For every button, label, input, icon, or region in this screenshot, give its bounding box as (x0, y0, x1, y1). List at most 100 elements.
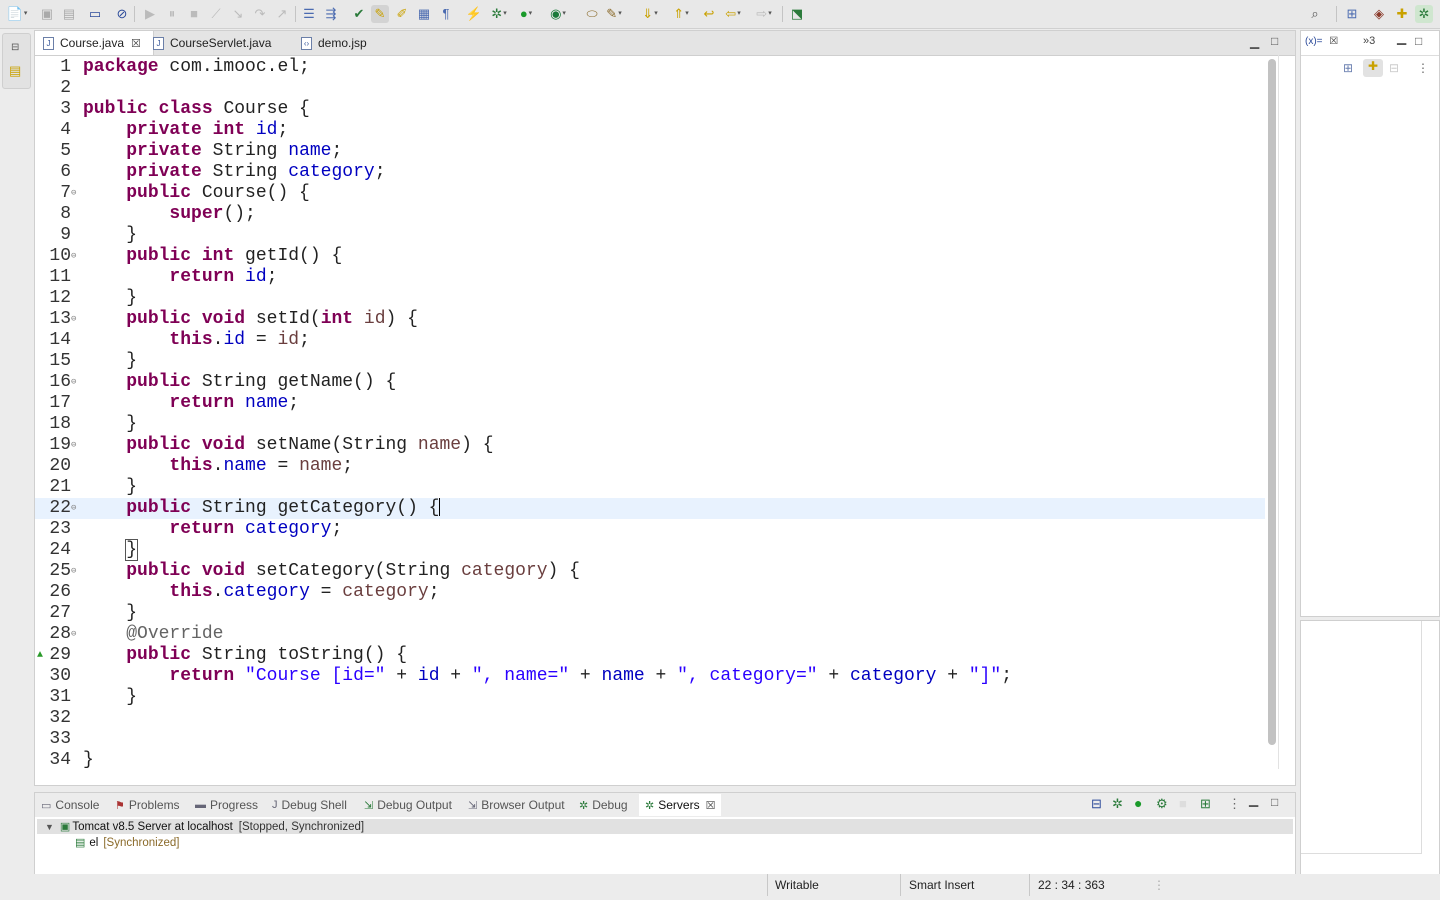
collapse-all-icon[interactable]: ⊟ (1091, 796, 1102, 812)
open-type-icon[interactable]: ⬭ (583, 5, 601, 23)
server-row[interactable]: ▼ ▣ Tomcat v8.5 Server at localhost [Sto… (37, 819, 1293, 834)
publish-icon[interactable]: ⊞ (1200, 796, 1211, 812)
disconnect-icon[interactable]: ⟋ (207, 5, 225, 23)
tab-debug-shell[interactable]: J Debug Shell (272, 797, 347, 813)
show-whitespace-icon[interactable]: ¶ (437, 5, 455, 23)
code-line[interactable]: 33 (35, 729, 1265, 750)
code-line[interactable]: 20 this.name = name; (35, 456, 1265, 477)
tab-demo-jsp[interactable]: ‹› demo.jsp (301, 31, 381, 55)
fold-toggle-icon[interactable]: ⊖ (71, 435, 76, 456)
tab-courseservlet-java[interactable]: J CourseServlet.java (153, 31, 293, 55)
code-line[interactable]: 2 (35, 78, 1265, 99)
code-line[interactable]: 10 ⊖ public int getId() { (35, 246, 1265, 267)
fold-toggle-icon[interactable]: ⊖ (71, 624, 76, 645)
close-icon[interactable]: ☒ (706, 799, 716, 812)
new-icon[interactable]: 📄 ▾ (7, 5, 28, 23)
expand-triangle-icon[interactable]: ▼ (45, 822, 54, 832)
code-line[interactable]: 23 return category; (35, 519, 1265, 540)
code-line[interactable]: 11 return id; (35, 267, 1265, 288)
code-line[interactable]: 32 (35, 708, 1265, 729)
view-menu-icon[interactable]: ⋮ (1228, 796, 1241, 812)
code-line[interactable]: 29 ▲ public String toString() { (35, 645, 1265, 666)
code-line[interactable]: 18 } (35, 414, 1265, 435)
status-drag-handle[interactable]: ⋮ (1153, 878, 1165, 892)
run-icon[interactable]: ● ▾ (517, 5, 535, 23)
code-line[interactable]: 22 ⊖ public String getCategory() { (35, 498, 1265, 519)
search-tool-icon[interactable]: ✎ ▾ (605, 5, 623, 23)
code-line[interactable]: 24 } (35, 539, 1265, 561)
override-marker-icon[interactable]: ▲ (37, 645, 43, 666)
drop-to-frame-icon[interactable]: ☰ (300, 5, 318, 23)
tab-console[interactable]: ▭ Console (41, 797, 99, 813)
skip-breakpoints-icon[interactable]: ⊘ (113, 5, 131, 23)
prev-annotation-icon[interactable]: ⇑ ▾ (672, 5, 690, 23)
code-line[interactable]: 34} (35, 750, 1265, 771)
close-icon[interactable]: ☒ (131, 37, 141, 50)
code-line[interactable]: 28 ⊖ @Override (35, 624, 1265, 645)
code-line[interactable]: 25 ⊖ public void setCategory(String categ… (35, 561, 1265, 582)
tab-progress[interactable]: ▬ Progress (195, 797, 258, 813)
code-line[interactable]: 21 } (35, 477, 1265, 498)
maximize-icon[interactable]: □ (1271, 34, 1278, 48)
open-task-icon[interactable]: ✔ (350, 5, 368, 23)
fold-toggle-icon[interactable]: ⊖ (71, 183, 76, 204)
package-explorer-icon[interactable]: ▤ (9, 63, 21, 79)
code-line[interactable]: 7 ⊖ public Course() { (35, 183, 1265, 204)
code-line[interactable]: 26 this.category = category; (35, 582, 1265, 603)
debug-icon[interactable]: ✲ ▾ (490, 5, 508, 23)
minimize-icon[interactable]: ▁ (1249, 793, 1258, 807)
step-return-icon[interactable]: ↗ (273, 5, 291, 23)
profile-icon[interactable]: ⚙ (1156, 796, 1168, 812)
code-line[interactable]: 13 ⊖ public void setId(int id) { (35, 309, 1265, 330)
code-area[interactable]: 1 package com.imooc.el; 2 3 public class Cou… (35, 55, 1265, 775)
tab-problems[interactable]: ⚑ Problems (115, 797, 180, 813)
code-line[interactable]: 1 package com.imooc.el; (35, 57, 1265, 78)
next-annotation-icon[interactable]: ⇓ ▾ (641, 5, 659, 23)
code-line[interactable]: 4 private int id; (35, 120, 1265, 141)
show-logical-structure-icon[interactable]: ✚ (1363, 59, 1383, 77)
suspend-icon[interactable]: ⏸ (163, 5, 181, 23)
show-source-icon[interactable]: ▦ (415, 5, 433, 23)
fold-toggle-icon[interactable]: ⊖ (71, 498, 76, 519)
debug-perspective-icon[interactable]: ✲ (1415, 5, 1433, 23)
last-edit-icon[interactable]: ↩ (700, 5, 718, 23)
tab-servers[interactable]: ✲ Servers ☒ (639, 794, 722, 816)
close-icon[interactable]: ☒ (1329, 36, 1338, 47)
java-perspective-icon[interactable]: ✚ (1393, 5, 1411, 23)
maximize-icon[interactable]: □ (1415, 34, 1422, 48)
variables-detail-pane[interactable] (1300, 620, 1440, 875)
code-line[interactable]: 31 } (35, 687, 1265, 708)
pin-editor-icon[interactable]: ⬔ (788, 5, 806, 23)
save-icon[interactable]: ▣ (38, 5, 56, 23)
search-icon[interactable]: ⌕ (1306, 5, 1324, 23)
minimize-icon[interactable]: ▁ (1250, 35, 1259, 49)
terminate-icon[interactable]: ■ (185, 5, 203, 23)
step-over-icon[interactable]: ↷ (251, 5, 269, 23)
tab-course-java[interactable]: J Course.java ☒ (35, 31, 154, 55)
open-perspective-icon[interactable]: ⊞ (1343, 5, 1361, 23)
code-line[interactable]: 19 ⊖ public void setName(String name) { (35, 435, 1265, 456)
block-selection-icon[interactable]: ✐ (393, 5, 411, 23)
tab-debug-output[interactable]: ⇲ Debug Output (364, 797, 452, 813)
java-ee-perspective-icon[interactable]: ◈ (1370, 5, 1388, 23)
fold-toggle-icon[interactable]: ⊖ (71, 561, 76, 582)
code-line[interactable]: 6 private String category; (35, 162, 1265, 183)
code-line[interactable]: 30 return "Course [id=" + id + ", name="… (35, 666, 1265, 687)
fold-toggle-icon[interactable]: ⊖ (71, 372, 76, 393)
tab-debug[interactable]: ✲ Debug (579, 797, 628, 813)
step-into-icon[interactable]: ↘ (229, 5, 247, 23)
coverage-icon[interactable]: ◉ ▾ (549, 5, 567, 23)
restore-icon[interactable]: ⊟ (11, 42, 19, 53)
start-server-icon[interactable]: ● (1134, 795, 1142, 811)
minimize-icon[interactable]: ▁ (1397, 31, 1406, 45)
back-icon[interactable]: ⇦ ▾ (724, 5, 742, 23)
launch-icon[interactable]: ⚡ (465, 5, 483, 23)
code-line[interactable]: 27 } (35, 603, 1265, 624)
forward-icon[interactable]: ⇨ ▾ (755, 5, 773, 23)
code-line[interactable]: 3 public class Course { (35, 99, 1265, 120)
maximize-icon[interactable]: □ (1271, 795, 1278, 809)
code-line[interactable]: 15 } (35, 351, 1265, 372)
code-line[interactable]: 17 return name; (35, 393, 1265, 414)
highlight-icon[interactable]: ✎ (371, 5, 389, 23)
fold-toggle-icon[interactable]: ⊖ (71, 246, 76, 267)
